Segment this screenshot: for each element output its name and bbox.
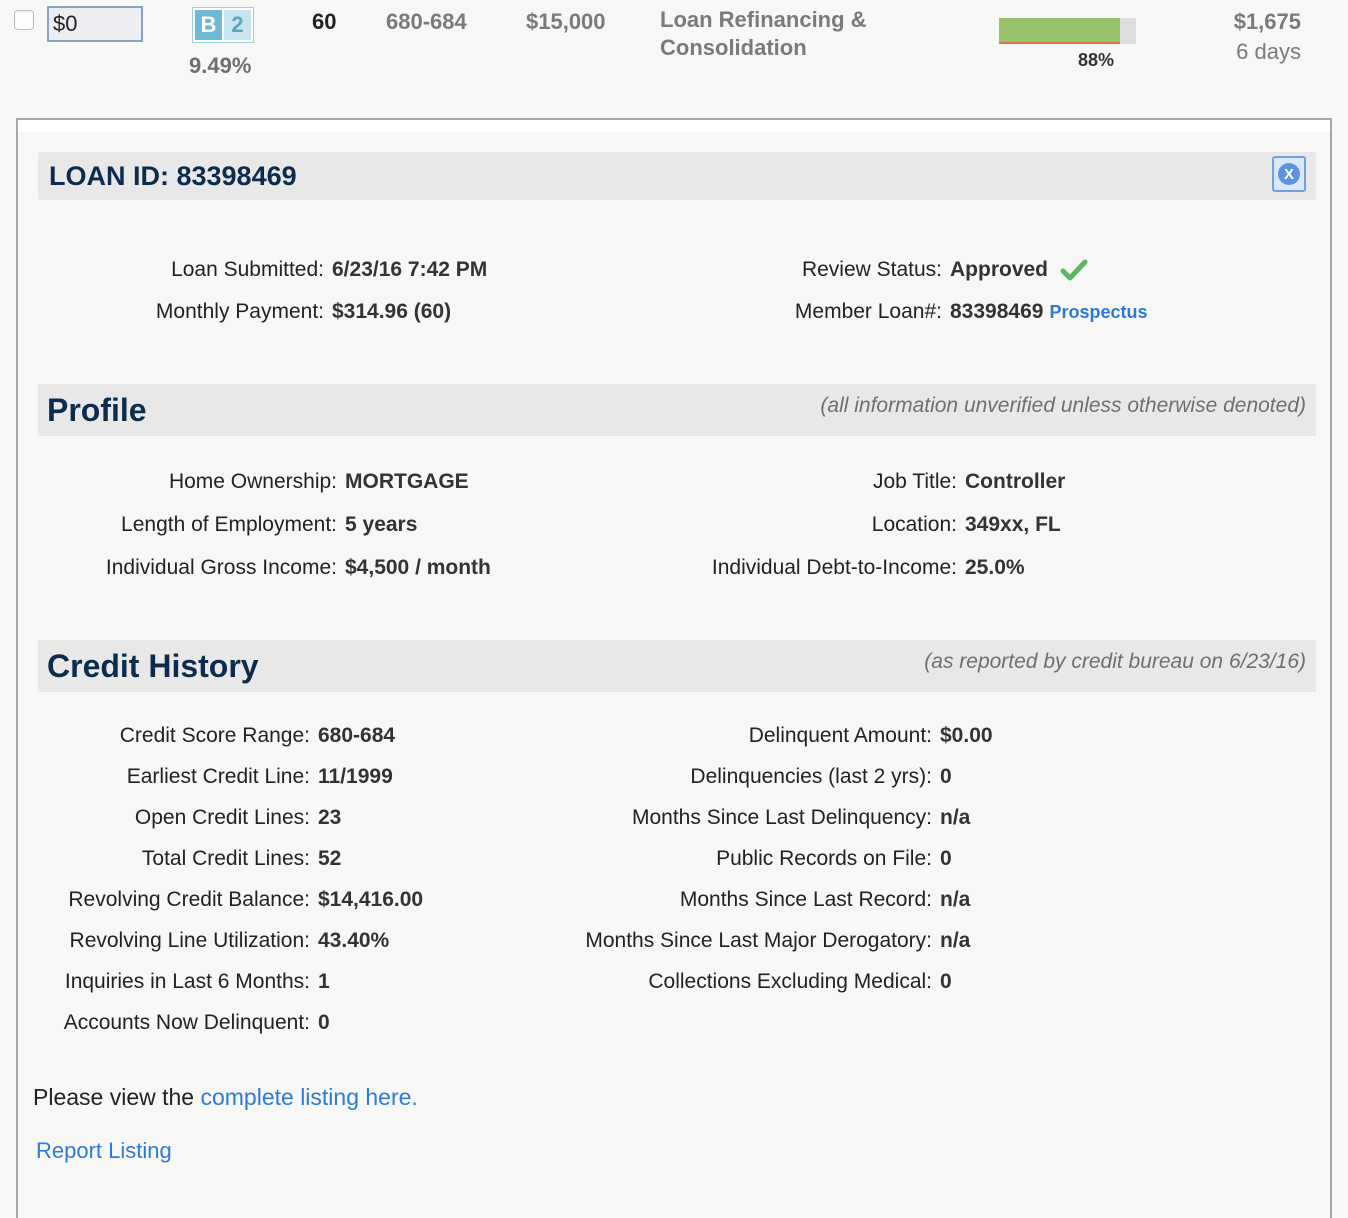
member-loan-number: 83398469 (950, 300, 1044, 323)
field-value: 5 years (345, 513, 418, 536)
funding-percent: 88% (1078, 50, 1115, 70)
field-value: 6/23/16 7:42 PM (332, 258, 488, 281)
complete-listing-text: Please view the complete listing here. (33, 1084, 418, 1111)
grade-letter: B (195, 10, 222, 40)
close-icon: X (1278, 163, 1300, 185)
field-value: $0.00 (940, 724, 993, 747)
field-value: 349xx, FL (965, 513, 1061, 536)
field-value: 25.0% (965, 556, 1025, 579)
prospectus-link[interactable]: Prospectus (1049, 302, 1147, 322)
field-label: Monthly Payment: (155, 300, 324, 323)
funding-progress-fill (999, 18, 1120, 44)
checkmark-icon (1060, 259, 1088, 281)
field-label: Job Title: (872, 470, 957, 493)
field-label: Delinquent Amount: (748, 724, 932, 747)
review-status-value: Approved (950, 258, 1049, 281)
field-label: Delinquencies (last 2 yrs): (690, 765, 932, 788)
field-value: 23 (318, 806, 342, 829)
field-label: Earliest Credit Line: (126, 765, 310, 788)
view-text: Please view the (33, 1084, 201, 1110)
field-label: Length of Employment: (121, 513, 337, 536)
field-label: Months Since Last Record: (679, 888, 932, 911)
field-value: Approved (950, 258, 1088, 282)
field-value: 0 (940, 970, 952, 993)
section-note: (as reported by credit bureau on 6/23/16… (924, 650, 1306, 673)
interest-rate: 9.49% (189, 53, 252, 78)
field-label: Loan Submitted: (171, 258, 324, 281)
field-value: $4,500 / month (345, 556, 491, 579)
field-value: 11/1999 (318, 765, 393, 788)
report-listing-link[interactable]: Report Listing (36, 1138, 172, 1164)
field-value: n/a (940, 888, 971, 911)
field-label: Individual Gross Income: (105, 556, 337, 579)
field-label: Revolving Line Utilization: (69, 929, 310, 952)
field-value: $14,416.00 (318, 888, 424, 911)
field-label: Months Since Last Delinquency: (632, 806, 932, 829)
field-label: Home Ownership: (168, 470, 337, 493)
close-button[interactable]: X (1272, 156, 1306, 192)
complete-listing-link[interactable]: complete listing here. (200, 1084, 417, 1110)
field-value: n/a (940, 929, 971, 952)
amount-remaining: $1,675 (1233, 9, 1301, 34)
panel-top-strip (18, 120, 1330, 132)
section-title: Profile (47, 392, 147, 428)
field-label: Months Since Last Major Derogatory: (585, 929, 932, 952)
field-label: Member Loan#: (794, 300, 942, 323)
section-title: Credit History (47, 648, 259, 684)
grade-subgrade: 2 (224, 10, 251, 40)
loan-grade-badge: B 2 (192, 7, 254, 43)
field-label: Individual Debt-to-Income: (711, 556, 957, 579)
field-value: 680-684 (318, 724, 396, 747)
credit-history-section-header: Credit History (as reported by credit bu… (38, 640, 1316, 692)
field-label: Credit Score Range: (119, 724, 310, 747)
field-value: 0 (318, 1011, 330, 1034)
field-label: Total Credit Lines: (141, 847, 310, 870)
field-label: Open Credit Lines: (134, 806, 310, 829)
field-label: Accounts Now Delinquent: (63, 1011, 310, 1034)
loan-purpose: Loan Refinancing & Consolidation (660, 7, 867, 60)
section-note: (all information unverified unless other… (820, 394, 1306, 417)
loan-summary-row: B 2 9.49% 60 680-684 $15,000 Loan Refina… (0, 0, 1348, 100)
loan-id-header: LOAN ID: 83398469 X (38, 152, 1316, 200)
field-value: $314.96 (60) (332, 300, 452, 323)
loan-detail-panel: LOAN ID: 83398469 X Loan Submitted: 6/23… (16, 118, 1332, 1218)
field-value: 83398469 Prospectus (950, 300, 1147, 324)
loan-term: 60 (312, 9, 337, 34)
field-value: Controller (965, 470, 1066, 493)
field-value: 43.40% (318, 929, 390, 952)
loan-id-title: LOAN ID: 83398469 (49, 161, 297, 191)
field-label: Public Records on File: (716, 847, 932, 870)
select-loan-checkbox[interactable] (14, 10, 34, 30)
fico-range: 680-684 (386, 9, 467, 34)
invest-amount-input[interactable] (47, 6, 143, 42)
field-label: Inquiries in Last 6 Months: (64, 970, 310, 993)
field-value: n/a (940, 806, 971, 829)
field-value: 0 (940, 765, 952, 788)
field-value: 0 (940, 847, 952, 870)
field-label: Collections Excluding Medical: (648, 970, 932, 993)
field-value: MORTGAGE (345, 470, 469, 493)
loan-amount: $15,000 (526, 9, 606, 34)
time-remaining: 6 days (1236, 39, 1301, 64)
field-label: Review Status: (801, 258, 942, 281)
field-value: 1 (318, 970, 330, 993)
funding-progress-bar (999, 18, 1136, 44)
profile-section-header: Profile (all information unverified unle… (38, 384, 1316, 436)
field-label: Location: (871, 513, 957, 536)
field-value: 52 (318, 847, 342, 870)
field-label: Revolving Credit Balance: (68, 888, 310, 911)
